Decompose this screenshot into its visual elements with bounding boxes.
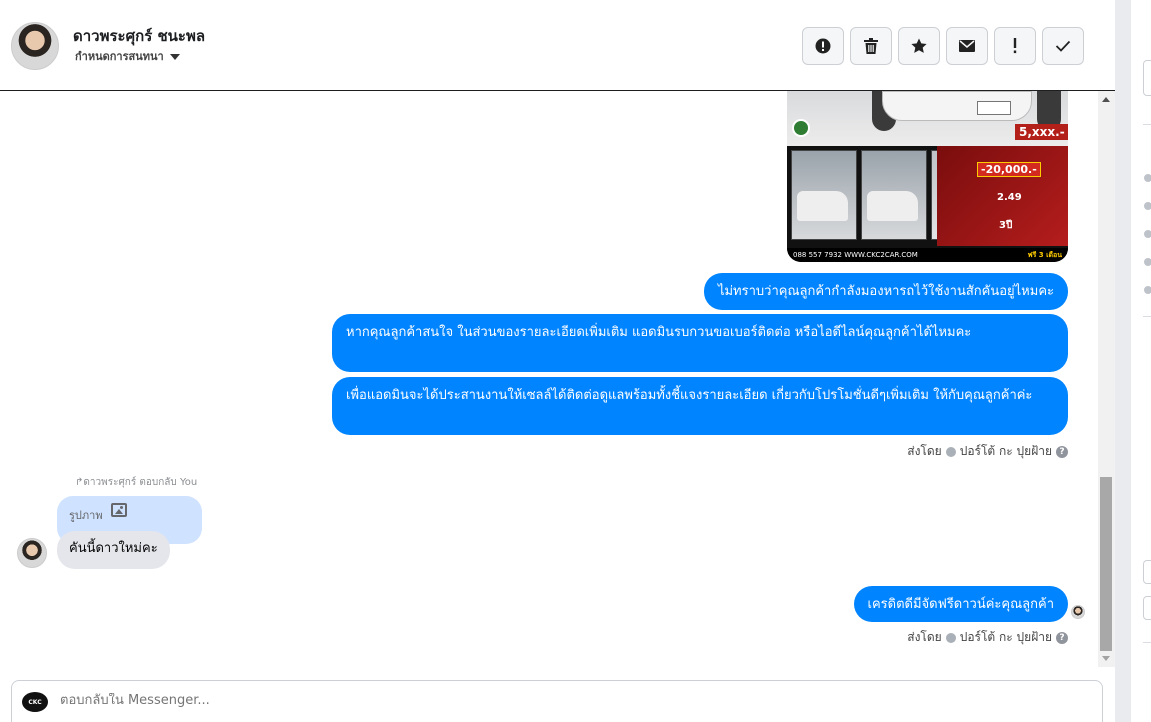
follow-up-button[interactable] (994, 27, 1036, 65)
star-button[interactable] (898, 27, 940, 65)
scroll-up-arrow-icon[interactable] (1102, 97, 1110, 102)
page-logo-icon: CKC (22, 692, 48, 712)
ad-price: 5,xxx.- (1015, 124, 1068, 140)
promo-panel: -20,000.- 2.49 3ปี (937, 146, 1068, 246)
contact-name[interactable]: ดาวพระศุกร์ ชนะพล (73, 24, 205, 48)
caret-down-icon (169, 53, 180, 60)
assign-label: กำหนดการสนทนา (75, 50, 164, 63)
envelope-icon (959, 40, 975, 52)
sent-by-agent: ปอร์โต้ กะ ปุยฝ้าย (959, 444, 1052, 458)
panel-field-box[interactable] (1143, 60, 1151, 96)
contact-avatar[interactable] (11, 22, 59, 70)
panel-input-2[interactable] (1143, 596, 1151, 620)
ad-rate: 2.49 (997, 192, 1022, 203)
thread-scrollbar[interactable] (1098, 91, 1115, 667)
quoted-label: รูปภาพ (69, 509, 103, 522)
reply-input[interactable] (60, 693, 660, 708)
agent-dot-icon (945, 632, 956, 643)
car-photo-grid: -20,000.- 2.49 3ปี 088 557 7932 WWW.CKC2… (787, 146, 1068, 262)
contact-details-panel (1115, 0, 1151, 722)
sent-by-info: ส่งโดย ปอร์โต้ กะ ปุยฝ้าย ? (907, 442, 1068, 461)
message-in[interactable]: คันนี้ดาวใหม่คะ (57, 531, 170, 569)
exclamation-icon (1013, 38, 1017, 54)
scroll-thumb[interactable] (1100, 477, 1112, 651)
conversation-header: ดาวพระศุกร์ ชนะพล กำหนดการสนทนา (0, 0, 1115, 91)
ad-promo-text: ฟรี 3 เดือน (1027, 250, 1062, 259)
reply-note: ↱ดาวพระศุกร์ ตอบกลับ You (75, 477, 198, 488)
check-icon (1055, 40, 1071, 52)
image-icon (110, 503, 127, 517)
star-icon (911, 38, 927, 53)
mark-unread-button[interactable] (946, 27, 988, 65)
ad-discount: -20,000.- (977, 162, 1041, 177)
scroll-down-arrow-icon[interactable] (1102, 656, 1110, 661)
seen-avatar (1071, 605, 1085, 619)
message-out-2[interactable]: หากคุณลูกค้าสนใจ ในส่วนของรายละเอียดเพิ่… (332, 314, 1068, 372)
mark-done-button[interactable] (1042, 27, 1084, 65)
car-rear-photo: 5,xxx.- (787, 91, 1068, 146)
sent-by-prefix: ส่งโดย (907, 444, 942, 458)
delete-button[interactable] (850, 27, 892, 65)
reply-composer[interactable]: CKC (11, 680, 1103, 722)
agent-dot-icon (945, 446, 956, 457)
dealer-logo (792, 119, 810, 137)
assign-conversation-dropdown[interactable]: กำหนดการสนทนา (75, 47, 180, 65)
inbox-conversation-view: ดาวพระศุกร์ ชนะพล กำหนดการสนทนา 5,xxx.- … (0, 0, 1151, 722)
help-icon[interactable]: ? (1056, 631, 1068, 644)
contact-avatar-small[interactable] (17, 538, 47, 568)
spam-button[interactable] (802, 27, 844, 65)
message-out-3[interactable]: เพื่อแอดมินจะได้ประสานงานให้เซลล์ได้ติดต… (332, 377, 1068, 435)
message-out-1[interactable]: ไม่ทราบว่าคุณลูกค้ากำลังมองหารถไว้ใช้งาน… (703, 273, 1068, 310)
help-icon[interactable]: ? (1056, 445, 1068, 458)
contact-details-card (1131, 0, 1151, 722)
sent-by-info-2: ส่งโดย ปอร์โต้ กะ ปุยฝ้าย ? (907, 628, 1068, 647)
message-thread[interactable]: 5,xxx.- -20,000.- 2.49 3ปี 088 557 7932 … (0, 91, 1098, 667)
sent-by-prefix: ส่งโดย (907, 630, 942, 644)
alert-circle-icon (815, 38, 831, 54)
panel-input-1[interactable] (1143, 560, 1151, 584)
ad-years: 3ปี (999, 220, 1013, 231)
trash-icon (864, 38, 878, 54)
sent-by-agent: ปอร์โต้ กะ ปุยฝ้าย (959, 630, 1052, 644)
message-out-4[interactable]: เครดิตดีมีจัดฟรีดาวน์ค่ะคุณลูกค้า (853, 586, 1068, 622)
car-advertisement-image[interactable]: 5,xxx.- -20,000.- 2.49 3ปี 088 557 7932 … (787, 91, 1068, 262)
ad-phone-url: 088 557 7932 WWW.CKC2CAR.COM (793, 251, 918, 259)
ad-footer: 088 557 7932 WWW.CKC2CAR.COM ฟรี 3 เดือน (787, 248, 1068, 262)
